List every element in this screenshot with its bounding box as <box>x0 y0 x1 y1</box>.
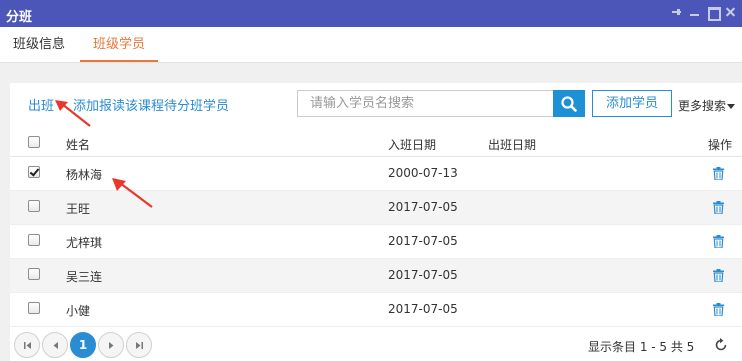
previous-page-button[interactable] <box>42 332 68 358</box>
select-all-checkbox[interactable] <box>28 136 40 148</box>
student-name: 小健 <box>66 304 91 318</box>
table-row[interactable]: 尤梓琪 2017-07-05 <box>10 225 742 259</box>
table-row[interactable]: 小健 2017-07-05 <box>10 293 742 327</box>
table-row[interactable]: 杨林海 2000-07-13 <box>10 157 742 191</box>
enroll-date: 2000-07-13 <box>388 166 458 180</box>
student-name: 吴三连 <box>66 270 103 284</box>
pin-icon[interactable] <box>671 6 682 17</box>
add-pending-students-link[interactable]: 添加报读该课程待分班学员 <box>73 95 229 114</box>
tab-class-info[interactable]: 班级信息 <box>13 27 65 62</box>
student-name: 杨林海 <box>66 168 103 182</box>
search-button[interactable] <box>553 90 585 117</box>
trash-icon[interactable] <box>713 269 724 282</box>
window-title: 分班 <box>6 10 33 25</box>
refresh-icon[interactable] <box>714 338 728 352</box>
add-student-button[interactable]: 添加学员 <box>592 90 672 117</box>
more-search-label: 更多搜索 <box>678 99 727 113</box>
page-number-button[interactable]: 1 <box>70 332 96 358</box>
students-panel: 出班 添加报读该课程待分班学员 添加学员 更多搜索 姓名 入班日期 出班日期 操… <box>10 83 742 361</box>
trash-icon[interactable] <box>713 201 724 214</box>
table-row[interactable]: 吴三连 2017-07-05 <box>10 259 742 293</box>
table-row[interactable]: 王旺 2017-07-05 <box>10 191 742 225</box>
pager-info: 显示条目 1 - 5 共 5 <box>588 340 695 354</box>
row-checkbox[interactable] <box>28 200 40 212</box>
enroll-date: 2017-07-05 <box>388 268 458 282</box>
tab-bar: 班级信息 班级学员 <box>0 27 742 63</box>
last-page-button[interactable] <box>126 332 152 358</box>
trash-icon[interactable] <box>713 167 724 180</box>
last-page-icon <box>136 342 143 349</box>
student-search-input[interactable] <box>297 90 554 117</box>
row-checkbox[interactable] <box>28 166 40 178</box>
row-checkbox[interactable] <box>28 234 40 246</box>
student-name: 王旺 <box>66 202 91 216</box>
window-title-bar: 分班 <box>0 0 742 27</box>
student-name: 尤梓琪 <box>66 236 103 250</box>
row-checkbox[interactable] <box>28 268 40 280</box>
row-checkbox[interactable] <box>28 302 40 314</box>
first-page-icon <box>24 342 31 349</box>
search-icon <box>561 96 577 112</box>
trash-icon[interactable] <box>713 235 724 248</box>
window-controls <box>671 6 736 21</box>
table-footer: 1 显示条目 1 - 5 共 5 <box>10 329 742 361</box>
enroll-date: 2017-07-05 <box>388 234 458 248</box>
next-page-icon <box>109 342 114 349</box>
enroll-date: 2017-07-05 <box>388 200 458 214</box>
tab-class-students[interactable]: 班级学员 <box>80 27 159 62</box>
table-header: 姓名 入班日期 出班日期 操作 <box>10 129 742 157</box>
enroll-date: 2017-07-05 <box>388 302 458 316</box>
column-header-name: 姓名 <box>66 138 91 152</box>
maximize-icon[interactable] <box>707 6 721 21</box>
first-page-button[interactable] <box>14 332 40 358</box>
next-page-button[interactable] <box>98 332 124 358</box>
caret-down-icon <box>727 104 736 109</box>
minimize-icon[interactable] <box>689 6 700 17</box>
close-icon[interactable] <box>725 6 736 17</box>
more-search-dropdown[interactable]: 更多搜索 <box>678 97 736 114</box>
column-header-actions: 操作 <box>708 138 733 152</box>
dismiss-from-class-link[interactable]: 出班 <box>28 95 54 114</box>
column-header-leave-date: 出班日期 <box>488 138 537 152</box>
column-header-enroll-date: 入班日期 <box>388 138 437 152</box>
previous-page-icon <box>53 342 58 349</box>
trash-icon[interactable] <box>713 303 724 316</box>
